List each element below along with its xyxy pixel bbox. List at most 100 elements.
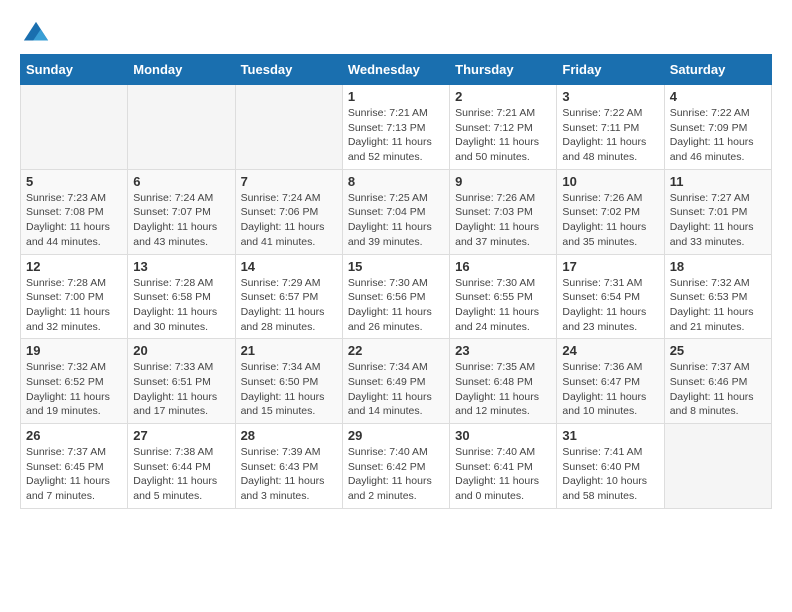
day-number: 6 (133, 174, 229, 189)
day-number: 1 (348, 89, 444, 104)
calendar-cell: 24 Sunrise: 7:36 AM Sunset: 6:47 PM Dayli… (557, 339, 664, 424)
calendar-cell: 26 Sunrise: 7:37 AM Sunset: 6:45 PM Dayli… (21, 424, 128, 509)
day-header-tuesday: Tuesday (235, 55, 342, 85)
day-info: Sunrise: 7:21 AM Sunset: 7:13 PM Dayligh… (348, 106, 444, 165)
day-number: 23 (455, 343, 551, 358)
day-info: Sunrise: 7:21 AM Sunset: 7:12 PM Dayligh… (455, 106, 551, 165)
day-info: Sunrise: 7:34 AM Sunset: 6:50 PM Dayligh… (241, 360, 337, 419)
day-info: Sunrise: 7:32 AM Sunset: 6:52 PM Dayligh… (26, 360, 122, 419)
calendar-cell: 14 Sunrise: 7:29 AM Sunset: 6:57 PM Dayli… (235, 254, 342, 339)
day-number: 26 (26, 428, 122, 443)
day-number: 5 (26, 174, 122, 189)
day-info: Sunrise: 7:35 AM Sunset: 6:48 PM Dayligh… (455, 360, 551, 419)
calendar-cell (235, 85, 342, 170)
calendar-week-2: 5 Sunrise: 7:23 AM Sunset: 7:08 PM Daylig… (21, 169, 772, 254)
day-info: Sunrise: 7:24 AM Sunset: 7:06 PM Dayligh… (241, 191, 337, 250)
day-number: 20 (133, 343, 229, 358)
calendar-header-row: SundayMondayTuesdayWednesdayThursdayFrid… (21, 55, 772, 85)
calendar-cell: 22Sunrise: 7:34 AM Sunset: 6:49 PM Dayli… (342, 339, 449, 424)
day-info: Sunrise: 7:31 AM Sunset: 6:54 PM Dayligh… (562, 276, 658, 335)
day-number: 12 (26, 259, 122, 274)
day-info: Sunrise: 7:27 AM Sunset: 7:01 PM Dayligh… (670, 191, 766, 250)
day-info: Sunrise: 7:32 AM Sunset: 6:53 PM Dayligh… (670, 276, 766, 335)
day-number: 25 (670, 343, 766, 358)
calendar-body: 1 Sunrise: 7:21 AM Sunset: 7:13 PM Daylig… (21, 85, 772, 509)
day-info: Sunrise: 7:37 AM Sunset: 6:45 PM Dayligh… (26, 445, 122, 504)
day-number: 11 (670, 174, 766, 189)
day-header-friday: Friday (557, 55, 664, 85)
logo-icon (22, 20, 50, 48)
day-number: 14 (241, 259, 337, 274)
calendar-cell: 3Sunrise: 7:22 AM Sunset: 7:11 PM Daylig… (557, 85, 664, 170)
day-info: Sunrise: 7:23 AM Sunset: 7:08 PM Dayligh… (26, 191, 122, 250)
day-number: 27 (133, 428, 229, 443)
day-header-wednesday: Wednesday (342, 55, 449, 85)
day-number: 19 (26, 343, 122, 358)
day-info: Sunrise: 7:40 AM Sunset: 6:42 PM Dayligh… (348, 445, 444, 504)
day-number: 8 (348, 174, 444, 189)
day-info: Sunrise: 7:36 AM Sunset: 6:47 PM Dayligh… (562, 360, 658, 419)
calendar-week-3: 12Sunrise: 7:28 AM Sunset: 7:00 PM Dayli… (21, 254, 772, 339)
calendar-cell: 30 Sunrise: 7:40 AM Sunset: 6:41 PM Dayli… (450, 424, 557, 509)
day-number: 13 (133, 259, 229, 274)
page-header (20, 20, 772, 44)
day-number: 30 (455, 428, 551, 443)
day-number: 10 (562, 174, 658, 189)
day-number: 29 (348, 428, 444, 443)
calendar-table: SundayMondayTuesdayWednesdayThursdayFrid… (20, 54, 772, 509)
calendar-cell: 29 Sunrise: 7:40 AM Sunset: 6:42 PM Dayli… (342, 424, 449, 509)
day-info: Sunrise: 7:22 AM Sunset: 7:11 PM Dayligh… (562, 106, 658, 165)
day-info: Sunrise: 7:29 AM Sunset: 6:57 PM Dayligh… (241, 276, 337, 335)
calendar-week-1: 1 Sunrise: 7:21 AM Sunset: 7:13 PM Daylig… (21, 85, 772, 170)
day-info: Sunrise: 7:28 AM Sunset: 6:58 PM Dayligh… (133, 276, 229, 335)
calendar-cell: 10 Sunrise: 7:26 AM Sunset: 7:02 PM Dayli… (557, 169, 664, 254)
calendar-cell: 2 Sunrise: 7:21 AM Sunset: 7:12 PM Daylig… (450, 85, 557, 170)
day-header-sunday: Sunday (21, 55, 128, 85)
calendar-cell (128, 85, 235, 170)
calendar-cell (664, 424, 771, 509)
calendar-cell: 12Sunrise: 7:28 AM Sunset: 7:00 PM Dayli… (21, 254, 128, 339)
day-number: 7 (241, 174, 337, 189)
calendar-cell: 17 Sunrise: 7:31 AM Sunset: 6:54 PM Dayli… (557, 254, 664, 339)
day-info: Sunrise: 7:39 AM Sunset: 6:43 PM Dayligh… (241, 445, 337, 504)
day-info: Sunrise: 7:37 AM Sunset: 6:46 PM Dayligh… (670, 360, 766, 419)
day-number: 24 (562, 343, 658, 358)
day-header-thursday: Thursday (450, 55, 557, 85)
calendar-cell: 27 Sunrise: 7:38 AM Sunset: 6:44 PM Dayli… (128, 424, 235, 509)
day-number: 31 (562, 428, 658, 443)
calendar-cell: 8 Sunrise: 7:25 AM Sunset: 7:04 PM Daylig… (342, 169, 449, 254)
calendar-cell: 20Sunrise: 7:33 AM Sunset: 6:51 PM Dayli… (128, 339, 235, 424)
day-info: Sunrise: 7:26 AM Sunset: 7:03 PM Dayligh… (455, 191, 551, 250)
day-info: Sunrise: 7:30 AM Sunset: 6:56 PM Dayligh… (348, 276, 444, 335)
day-number: 18 (670, 259, 766, 274)
calendar-cell: 28 Sunrise: 7:39 AM Sunset: 6:43 PM Dayli… (235, 424, 342, 509)
day-number: 17 (562, 259, 658, 274)
day-info: Sunrise: 7:40 AM Sunset: 6:41 PM Dayligh… (455, 445, 551, 504)
day-info: Sunrise: 7:25 AM Sunset: 7:04 PM Dayligh… (348, 191, 444, 250)
day-info: Sunrise: 7:41 AM Sunset: 6:40 PM Dayligh… (562, 445, 658, 504)
calendar-cell: 6 Sunrise: 7:24 AM Sunset: 7:07 PM Daylig… (128, 169, 235, 254)
calendar-week-5: 26 Sunrise: 7:37 AM Sunset: 6:45 PM Dayli… (21, 424, 772, 509)
day-number: 21 (241, 343, 337, 358)
calendar-cell: 23 Sunrise: 7:35 AM Sunset: 6:48 PM Dayli… (450, 339, 557, 424)
calendar-week-4: 19 Sunrise: 7:32 AM Sunset: 6:52 PM Dayli… (21, 339, 772, 424)
day-info: Sunrise: 7:24 AM Sunset: 7:07 PM Dayligh… (133, 191, 229, 250)
calendar-cell: 19 Sunrise: 7:32 AM Sunset: 6:52 PM Dayli… (21, 339, 128, 424)
calendar-cell: 4 Sunrise: 7:22 AM Sunset: 7:09 PM Daylig… (664, 85, 771, 170)
calendar-cell: 31 Sunrise: 7:41 AM Sunset: 6:40 PM Dayli… (557, 424, 664, 509)
day-number: 28 (241, 428, 337, 443)
day-info: Sunrise: 7:22 AM Sunset: 7:09 PM Dayligh… (670, 106, 766, 165)
day-number: 2 (455, 89, 551, 104)
day-info: Sunrise: 7:34 AM Sunset: 6:49 PM Dayligh… (348, 360, 444, 419)
calendar-cell: 25 Sunrise: 7:37 AM Sunset: 6:46 PM Dayli… (664, 339, 771, 424)
day-info: Sunrise: 7:26 AM Sunset: 7:02 PM Dayligh… (562, 191, 658, 250)
calendar-cell: 1 Sunrise: 7:21 AM Sunset: 7:13 PM Daylig… (342, 85, 449, 170)
calendar-cell: 5 Sunrise: 7:23 AM Sunset: 7:08 PM Daylig… (21, 169, 128, 254)
day-info: Sunrise: 7:38 AM Sunset: 6:44 PM Dayligh… (133, 445, 229, 504)
calendar-cell: 15Sunrise: 7:30 AM Sunset: 6:56 PM Dayli… (342, 254, 449, 339)
day-header-monday: Monday (128, 55, 235, 85)
day-number: 16 (455, 259, 551, 274)
day-info: Sunrise: 7:30 AM Sunset: 6:55 PM Dayligh… (455, 276, 551, 335)
day-number: 4 (670, 89, 766, 104)
calendar-cell: 11 Sunrise: 7:27 AM Sunset: 7:01 PM Dayli… (664, 169, 771, 254)
